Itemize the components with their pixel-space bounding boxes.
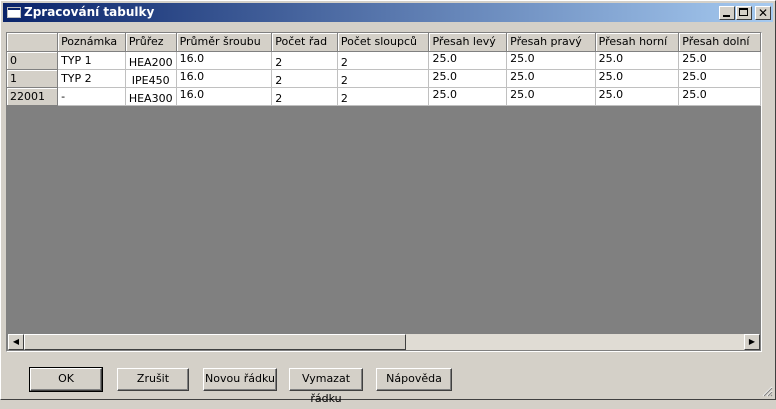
minimize-icon	[723, 15, 730, 17]
delete-row-button[interactable]: Vymazat řádku	[289, 368, 363, 405]
cell-presah-levy[interactable]: 25.0	[428, 69, 508, 88]
column-header-prumer-sroubu[interactable]: Průměr šroubu	[176, 33, 273, 52]
header-row: Poznámka Průřez Průměr šroubu Počet řad …	[7, 33, 761, 52]
row-header[interactable]: 22001	[7, 87, 59, 106]
cell-presah-dolni[interactable]: 25.0	[678, 87, 761, 106]
cell-presah-levy[interactable]: 25.0	[428, 51, 508, 70]
cell-pocet-sloupcu[interactable]: 2	[337, 69, 430, 88]
column-header-pocet-rad[interactable]: Počet řad	[271, 33, 338, 52]
cell-poznamka[interactable]: TYP 2	[57, 69, 126, 88]
cell-prurez[interactable]: HEA200	[125, 51, 177, 70]
cell-pocet-sloupcu[interactable]: 2	[337, 87, 430, 106]
cell-poznamka[interactable]: -	[57, 87, 126, 106]
row-header[interactable]: 1	[7, 69, 59, 88]
column-header-poznamka[interactable]: Poznámka	[57, 33, 126, 52]
cell-prurez[interactable]: IPE450	[125, 69, 177, 88]
column-header-presah-levy[interactable]: Přesah levý	[428, 33, 508, 52]
dialog-window: Zpracování tabulky ✕ Poznámka Průřez Prů…	[0, 0, 776, 405]
cell-pocet-rad[interactable]: 2	[271, 69, 338, 88]
table-row: 1 TYP 2 IPE450 16.0 2 2 25.0 25.0 25.0 2…	[7, 69, 761, 88]
column-header-presah-pravy[interactable]: Přesah pravý	[506, 33, 596, 52]
ok-button[interactable]: OK	[29, 367, 103, 392]
cancel-button[interactable]: Zrušit	[117, 368, 189, 391]
cell-prumer-sroubu[interactable]: 16.0	[176, 69, 273, 88]
data-grid[interactable]: Poznámka Průřez Průměr šroubu Počet řad …	[6, 32, 762, 352]
minimize-button[interactable]	[719, 6, 735, 20]
cell-presah-dolni[interactable]: 25.0	[678, 51, 761, 70]
maximize-icon	[739, 8, 748, 16]
cell-prumer-sroubu[interactable]: 16.0	[176, 51, 273, 70]
cell-pocet-rad[interactable]: 2	[271, 51, 338, 70]
maximize-button[interactable]	[736, 6, 752, 20]
column-header-presah-dolni[interactable]: Přesah dolní	[678, 33, 761, 52]
cell-prurez[interactable]: HEA300	[125, 87, 177, 106]
close-icon: ✕	[757, 6, 769, 20]
arrow-right-icon: ▶	[748, 337, 756, 346]
scroll-left-button[interactable]: ◀	[8, 334, 24, 350]
row-header[interactable]: 0	[7, 51, 59, 70]
cell-presah-dolni[interactable]: 25.0	[678, 69, 761, 88]
column-header-prurez[interactable]: Průřez	[125, 33, 177, 52]
window-icon	[7, 7, 21, 18]
title-bar[interactable]: Zpracování tabulky ✕	[3, 3, 773, 22]
cell-presah-pravy[interactable]: 25.0	[506, 51, 596, 70]
scroll-thumb[interactable]	[24, 334, 406, 350]
cell-prumer-sroubu[interactable]: 16.0	[176, 87, 273, 106]
cell-presah-levy[interactable]: 25.0	[428, 87, 508, 106]
new-row-button[interactable]: Novou řádku	[203, 368, 277, 391]
help-button[interactable]: Nápověda	[376, 368, 452, 391]
resize-grip-icon[interactable]	[761, 385, 773, 397]
cell-presah-pravy[interactable]: 25.0	[506, 69, 596, 88]
corner-header[interactable]	[7, 33, 59, 52]
table-row: 0 TYP 1 HEA200 16.0 2 2 25.0 25.0 25.0 2…	[7, 51, 761, 70]
window-title: Zpracování tabulky	[24, 5, 155, 19]
column-header-presah-horni[interactable]: Přesah horní	[595, 33, 680, 52]
close-button[interactable]: ✕	[755, 6, 771, 20]
cell-pocet-sloupcu[interactable]: 2	[337, 51, 430, 70]
column-header-pocet-sloupcu[interactable]: Počet sloupců	[337, 33, 430, 52]
cell-presah-horni[interactable]: 25.0	[595, 87, 680, 106]
table-row: 22001 - HEA300 16.0 2 2 25.0 25.0 25.0 2…	[7, 87, 761, 106]
cell-pocet-rad[interactable]: 2	[271, 87, 338, 106]
cell-poznamka[interactable]: TYP 1	[57, 51, 126, 70]
cell-presah-horni[interactable]: 25.0	[595, 51, 680, 70]
grid-table: Poznámka Průřez Průměr šroubu Počet řad …	[7, 33, 761, 106]
cell-presah-horni[interactable]: 25.0	[595, 69, 680, 88]
scroll-right-button[interactable]: ▶	[744, 334, 760, 350]
cell-presah-pravy[interactable]: 25.0	[506, 87, 596, 106]
arrow-left-icon: ◀	[12, 337, 20, 346]
horizontal-scrollbar[interactable]: ◀ ▶	[8, 334, 760, 350]
